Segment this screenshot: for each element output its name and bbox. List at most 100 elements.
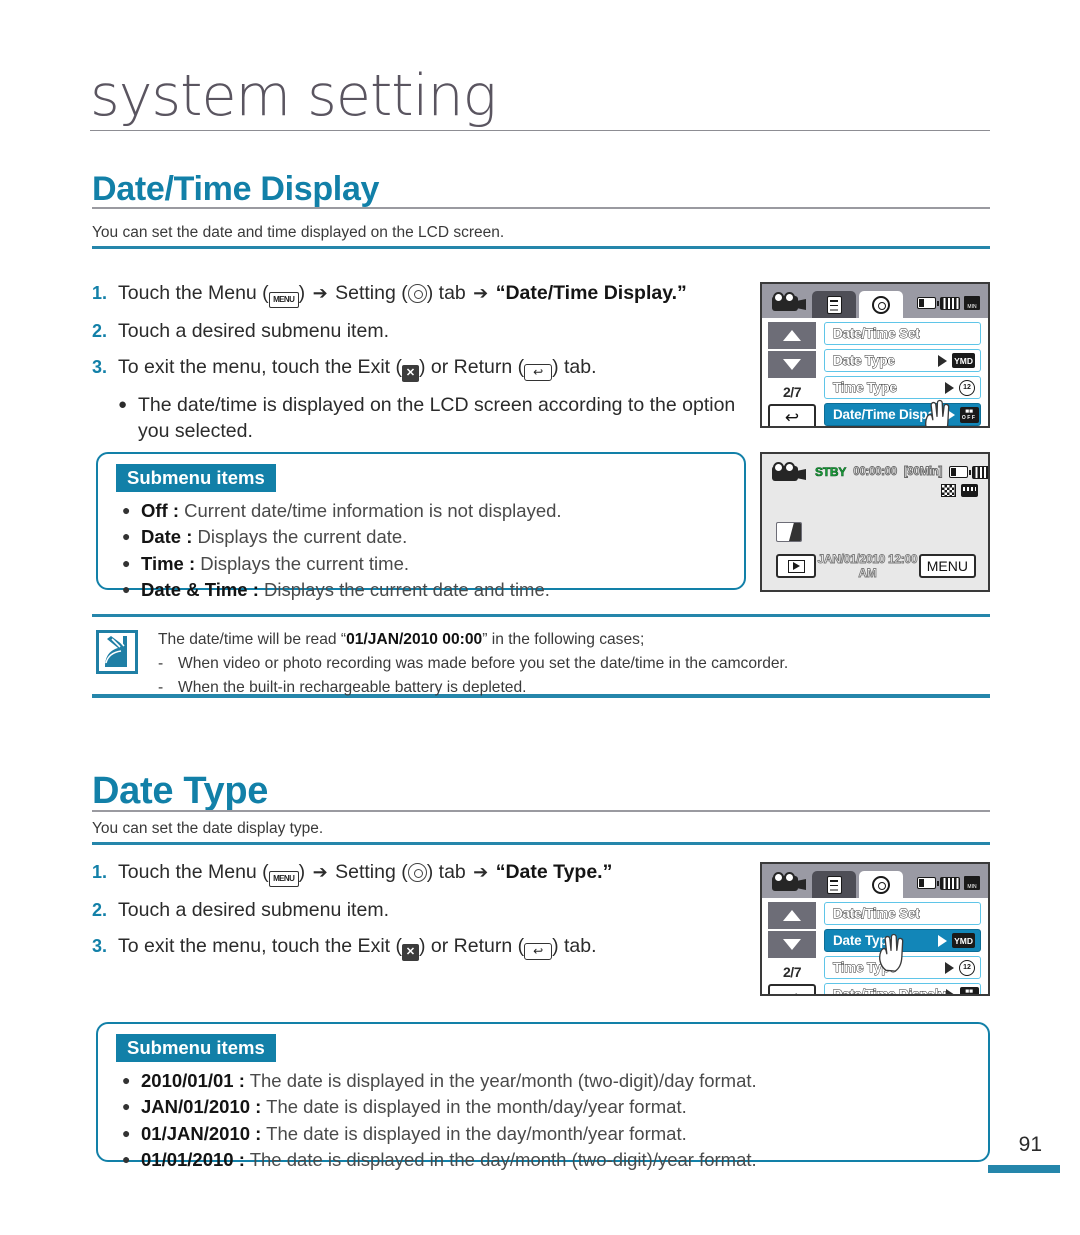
menu-row-label: Time Type	[833, 380, 898, 396]
section-divider-1	[92, 207, 990, 209]
menu-row-label: Date Type	[833, 933, 895, 948]
battery-level-icon	[940, 296, 960, 310]
step-text: Touch a desired submenu item.	[118, 320, 389, 342]
chevron-right-icon	[945, 381, 954, 394]
step-text-mid: )	[298, 861, 311, 883]
playback-button[interactable]	[776, 554, 816, 578]
chevron-right-icon	[945, 988, 955, 994]
menu-row-time-type[interactable]: Time Type 12	[824, 376, 981, 399]
chevron-right-icon	[945, 408, 955, 421]
lcd-screenshot-menu-b: 2/7 ↩ Date/Time Set Date Type YMD Time T…	[760, 862, 990, 996]
arrow-icon-2: ➔	[473, 283, 489, 303]
timecode-label: 00:00:00	[853, 466, 898, 479]
step-text-post: ) tab	[426, 282, 472, 304]
gear-icon	[407, 284, 427, 303]
thumbnail-icon	[776, 522, 802, 542]
list-item: ● Date : Displays the current date.	[122, 524, 562, 550]
record-bottom-bar: JAN/01/2010 12:00 AM MENU	[776, 552, 976, 580]
menu-row-date-type[interactable]: Date Type YMD	[824, 929, 981, 952]
menu-row-date-time-set[interactable]: Date/Time Set	[824, 902, 981, 925]
step-target-label: “Date Type.”	[495, 861, 613, 883]
menu-row-time-type[interactable]: Time Type 12	[824, 956, 981, 979]
section-subtitle-1: You can set the date and time displayed …	[92, 224, 505, 241]
bullet-dot: ●	[122, 580, 131, 597]
step-text: Touch a desired submenu item.	[118, 899, 389, 921]
return-button[interactable]: ↩	[768, 984, 816, 994]
section-divider-2	[92, 810, 990, 812]
submenu-desc: Displays the current time.	[200, 552, 410, 574]
steps-list-1: 1. Touch the Menu (MENU) ➔ Setting () ta…	[92, 281, 752, 445]
step-2: 2. Touch a desired submenu item.	[92, 898, 752, 923]
submenu-label: 2010/01/01 :	[141, 1070, 245, 1091]
submenu-label: JAN/01/2010 :	[141, 1096, 262, 1118]
record-status-bar: STBY 00:00:00 [90Min]	[772, 462, 988, 482]
lcd-screenshot-menu-a: 2/7 ↩ Date/Time Set Date Type YMD Time T…	[760, 282, 990, 428]
scroll-up-button[interactable]	[768, 322, 816, 349]
lcd-menu-rows: Date/Time Set Date Type YMD Time Type 12…	[824, 322, 981, 426]
submenu-desc: Displays the current date and time.	[264, 578, 550, 600]
return-button[interactable]: ↩	[768, 404, 816, 426]
clock-badge-icon: 12	[959, 379, 975, 396]
scroll-down-button[interactable]	[768, 931, 816, 958]
section-accent-rule-1	[92, 246, 990, 249]
submenu-tag-1: Submenu items	[116, 464, 276, 493]
scroll-up-button[interactable]	[768, 902, 816, 929]
list-item: ● Time : Displays the current time.	[122, 551, 562, 577]
tab-document[interactable]	[812, 291, 856, 318]
menu-row-date-time-display[interactable]: Date/Time Dispaly ■■OFF	[824, 403, 981, 426]
step-number: 2.	[92, 900, 108, 920]
storage-icon	[964, 296, 980, 310]
chevron-up-icon	[783, 910, 801, 921]
step-number: 1.	[92, 283, 108, 303]
page-indicator: 2/7	[783, 384, 801, 400]
arrow-icon: ➔	[312, 283, 328, 303]
note-item: - When video or photo recording was made …	[158, 652, 988, 676]
menu-row-label: Date/Time Set	[833, 326, 921, 342]
return-icon: ↩	[524, 364, 553, 382]
menu-row-right: 12	[945, 379, 975, 396]
scroll-down-button[interactable]	[768, 351, 816, 378]
menu-row-right: YMD	[938, 933, 975, 948]
lcd-menu-rows: Date/Time Set Date Type YMD Time Type 12…	[824, 902, 981, 994]
lcd-nav-column: 2/7 ↩	[768, 902, 816, 994]
step-sub-bullet: ● The date/time is displayed on the LCD …	[118, 393, 752, 444]
bullet-dot: ●	[118, 396, 128, 414]
dash-mark: -	[158, 655, 164, 673]
step-text-pre: To exit the menu, touch the Exit (	[118, 935, 402, 958]
exit-icon: ✕	[401, 365, 419, 383]
step-text-pre: To exit the menu, touch the Exit (	[118, 356, 402, 379]
section-heading-date-time-display: Date/Time Display	[92, 170, 380, 208]
camcorder-icon	[772, 292, 806, 312]
white-balance-icon	[961, 484, 978, 497]
note-item: - When the built-in rechargeable battery …	[158, 676, 988, 700]
note-item-text: When video or photo recording was made b…	[178, 655, 789, 673]
tab-setting[interactable]	[859, 871, 903, 898]
menu-icon: MENU	[268, 292, 299, 308]
chevron-right-icon	[938, 354, 948, 367]
chevron-down-icon	[783, 939, 801, 950]
step-text: To exit the menu, touch the Exit (✕) or …	[118, 355, 752, 383]
note-box: The date/time will be read “01/JAN/2010 …	[92, 614, 990, 698]
tab-setting[interactable]	[859, 291, 903, 318]
submenu-desc: Displays the current date.	[197, 526, 408, 548]
storage-icon	[964, 876, 980, 890]
step-text-post: ) tab.	[552, 356, 597, 379]
menu-row-date-time-set[interactable]: Date/Time Set	[824, 322, 981, 345]
battery-icon	[949, 466, 972, 478]
submenu-label: 01/01/2010 :	[141, 1148, 245, 1170]
note-lead-bold: 01/JAN/2010 00:00	[346, 631, 483, 648]
menu-row-label: Date/Time Set	[833, 906, 921, 922]
step-text-post: ) tab.	[552, 935, 597, 958]
list-item: ● 2010/01/01 : The date is displayed in t…	[122, 1068, 757, 1094]
page-number-bar	[988, 1165, 1060, 1173]
menu-row-date-type[interactable]: Date Type YMD	[824, 349, 981, 372]
chevron-right-icon	[938, 934, 948, 947]
submenu-tag-2: Submenu items	[116, 1034, 276, 1063]
menu-button[interactable]: MENU	[918, 554, 976, 578]
menu-row-date-time-display[interactable]: Date/Time Dispaly ■■OFF	[824, 983, 981, 994]
return-icon: ↩	[524, 943, 553, 961]
step-number: 3.	[92, 357, 108, 378]
tab-document[interactable]	[812, 871, 856, 898]
remaining-time-label: [90Min]	[903, 466, 943, 479]
step-text: To exit the menu, touch the Exit (✕) or …	[118, 934, 752, 962]
